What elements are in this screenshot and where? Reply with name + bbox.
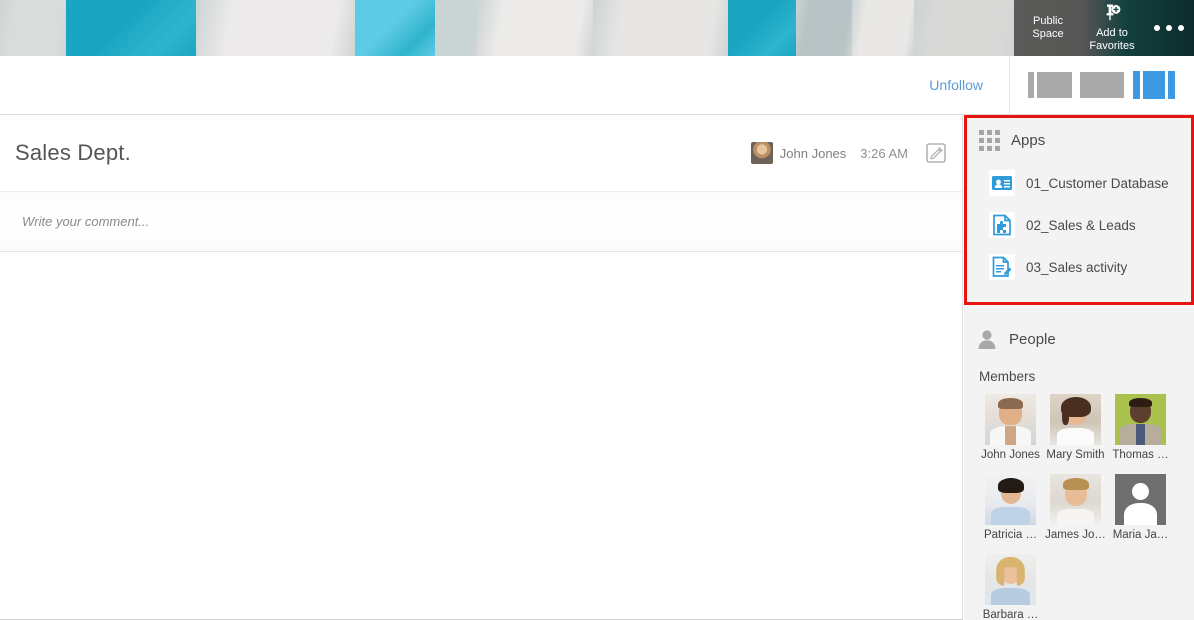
grid-icon [979,129,1000,151]
apps-panel: Apps 01_Customer Database 02_Sales & Lead… [964,115,1194,305]
people-section-header: People [964,317,1194,361]
member-avatar [1115,394,1166,445]
post-header: Sales Dept. John Jones 3:26 AM [0,115,962,192]
people-section-label: People [1009,330,1056,348]
member-item[interactable]: James Jo… [1043,474,1108,541]
layout-two-pane-icon [1028,72,1072,98]
members-grid: John Jones Mary Smith Thomas … Patricia … Ja… [964,394,1180,620]
apps-section-label: Apps [1011,131,1046,149]
app-item-label: 02_Sales & Leads [1026,217,1136,233]
people-panel: People Members John Jones Mary Smith Thoma… [964,311,1194,620]
post-time: 3:26 AM [860,145,908,161]
layout-switcher [1009,55,1194,115]
avatar [750,142,773,164]
member-item[interactable]: Barbara … [978,554,1043,620]
add-to-favorites-line1: Add to [1096,26,1128,39]
layout-three-pane-icon [1133,71,1175,99]
add-to-favorites-button[interactable]: Add to Favorites [1080,0,1144,56]
member-item[interactable]: Maria Ja… [1108,474,1173,541]
member-avatar [985,394,1036,445]
member-item[interactable]: Patricia … [978,474,1043,541]
public-space-line2: Space [1032,28,1064,40]
app-item[interactable]: 02_Sales & Leads [967,204,1191,246]
layout-three-pane-button[interactable] [1128,56,1180,115]
ellipsis-dot-icon [1154,25,1160,31]
app-item[interactable]: 01_Customer Database [967,162,1191,204]
pin-plus-icon [1101,4,1123,26]
app-item-label: 03_Sales activity [1026,259,1128,275]
member-name: John Jones [981,449,1040,461]
banner-strip [914,0,1014,56]
add-to-favorites-line2: Favorites [1089,39,1135,52]
member-name: James Jo… [1045,529,1106,541]
space-toolbar: Unfollow [0,55,1194,115]
banner-strip [435,0,477,56]
page-title: Sales Dept. [15,140,131,165]
banner-strip [852,0,914,56]
banner-strip [196,0,355,56]
member-avatar [985,554,1036,605]
banner-strip [593,0,728,56]
member-name: Barbara … [982,609,1039,620]
app-item-label: 01_Customer Database [1026,175,1169,191]
member-name: Patricia … [983,529,1038,541]
edit-icon[interactable] [926,143,946,163]
public-space-badge: Public Space [1016,0,1080,56]
ellipsis-dot-icon [1166,25,1172,31]
banner-strip [0,0,66,56]
comment-field[interactable]: Write your comment... [0,192,962,252]
banner-strip [66,0,196,56]
ellipsis-dot-icon [1178,25,1184,31]
main-content: Sales Dept. John Jones 3:26 AM Write you… [0,115,963,620]
comment-placeholder: Write your comment... [22,214,150,229]
layout-single-pane-button[interactable] [1076,56,1128,115]
banner-strip [355,0,435,56]
unfollow-button[interactable]: Unfollow [929,77,1009,93]
app-page: Public Space Add to Favorites Unfollow S… [0,0,1194,620]
member-item[interactable]: Mary Smith [1043,394,1108,461]
public-space-line1: Public [1033,15,1063,27]
apps-section-header: Apps [967,118,1191,162]
member-name: Mary Smith [1046,449,1105,461]
member-item[interactable]: Thomas … [1108,394,1173,461]
banner-actions: Public Space Add to Favorites [1014,0,1194,56]
document-puzzle-icon [989,212,1015,238]
contact-card-icon [989,170,1015,196]
document-pencil-icon [989,254,1015,280]
member-name: Maria Ja… [1112,529,1169,541]
member-avatar [1050,394,1101,445]
post-meta: John Jones 3:26 AM [750,142,946,164]
person-icon [976,328,998,350]
app-item[interactable]: 03_Sales activity [967,246,1191,288]
banner-strip [728,0,796,56]
layout-single-pane-icon [1080,72,1124,98]
member-avatar [1115,474,1166,525]
members-label: Members [979,369,1036,384]
layout-two-pane-button[interactable] [1024,56,1076,115]
banner-strip [477,0,593,56]
post-author: John Jones [779,145,847,161]
member-avatar [1050,474,1101,525]
apps-list: 01_Customer Database 02_Sales & Leads 03_S… [967,162,1191,288]
member-name: Thomas … [1112,449,1169,461]
right-sidebar: Apps 01_Customer Database 02_Sales & Lead… [964,115,1194,620]
member-avatar [985,474,1036,525]
space-banner: Public Space Add to Favorites [0,0,1194,56]
more-options-button[interactable] [1144,0,1194,56]
banner-strip [796,0,852,56]
member-item[interactable]: John Jones [978,394,1043,461]
